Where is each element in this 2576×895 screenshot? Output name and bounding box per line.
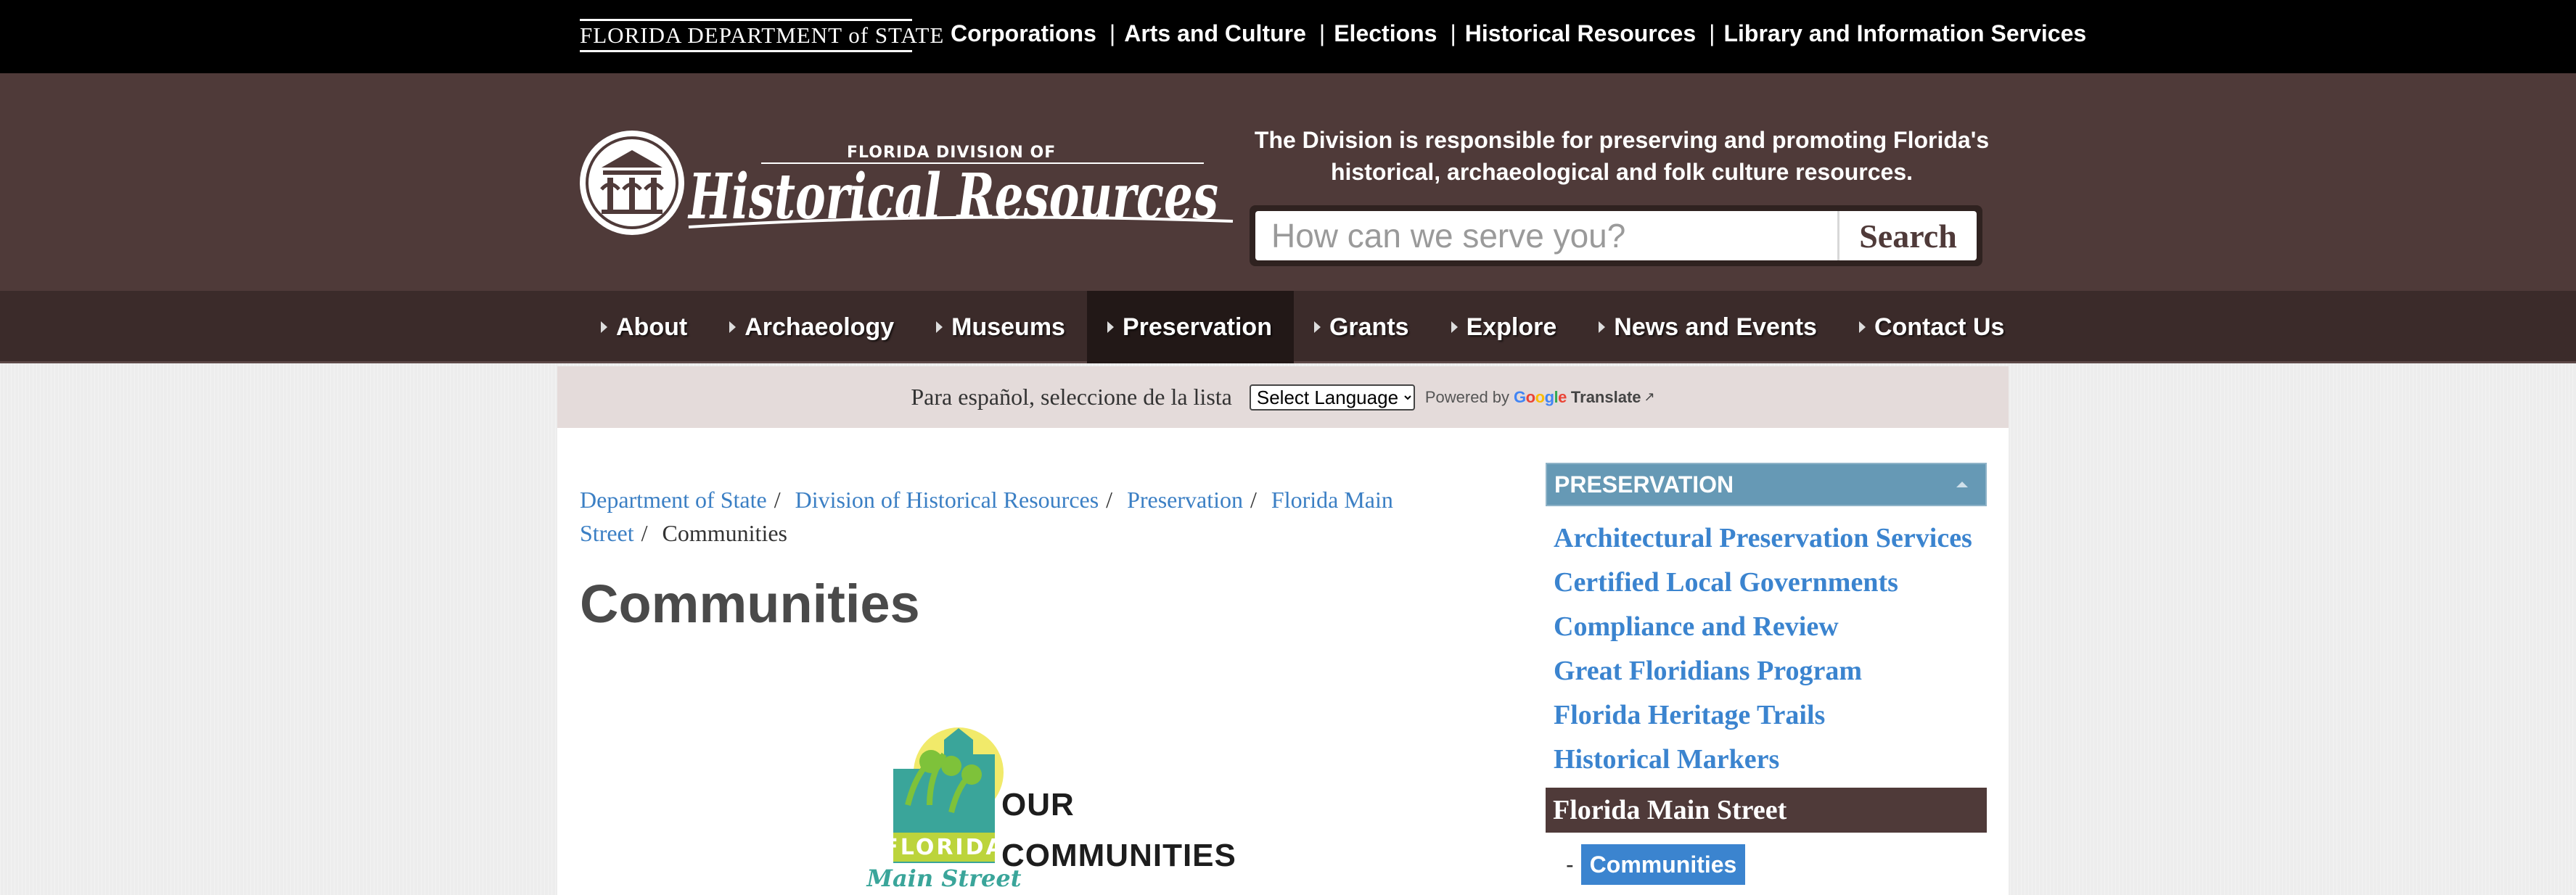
collapse-arrow-icon[interactable] — [1956, 482, 1968, 487]
topnav-arts-and-culture[interactable]: Arts and Culture — [1124, 20, 1306, 47]
powered-by-text: Powered by — [1424, 387, 1510, 406]
caret-right-icon — [1107, 321, 1114, 333]
nav-grants[interactable]: Grants — [1294, 291, 1431, 363]
main-navigation: About Archaeology Museums Preservation G… — [0, 291, 2576, 363]
page-content: Department of State / Division of Histori… — [557, 428, 2009, 895]
division-tagline: The Division is responsible for preservi… — [1254, 127, 1990, 185]
svg-text:Main Street: Main Street — [866, 865, 1022, 892]
translate-label: Para español, seleccione de la lista — [911, 384, 1232, 410]
sidebar-links: Architectural Preservation Services Cert… — [1554, 516, 1972, 782]
sidebar-heading-preservation[interactable]: PRESERVATION — [1546, 463, 1987, 506]
search-button[interactable]: Search — [1837, 211, 1977, 260]
sidebar-item-florida-main-street[interactable]: Florida Main Street — [1546, 788, 1987, 833]
nav-about[interactable]: About — [581, 291, 709, 363]
google-logo: Google — [1514, 387, 1567, 406]
page-title: Communities — [580, 574, 920, 634]
nav-museums[interactable]: Museums — [916, 291, 1087, 363]
search-input[interactable] — [1255, 211, 1837, 260]
external-link-icon: ↗ — [1644, 389, 1655, 404]
breadcrumb-department-of-state[interactable]: Department of State — [580, 487, 767, 513]
sidebar-subitem: - Communities — [1566, 844, 1746, 885]
topnav-library-and-information-services[interactable]: Library and Information Services — [1723, 20, 2086, 47]
topnav-elections[interactable]: Elections — [1334, 20, 1437, 47]
division-historical-resources-logo[interactable]: FLORIDA DIVISION OF Historical Resources — [580, 125, 1240, 245]
nav-contact-us[interactable]: Contact Us — [1839, 291, 2026, 363]
state-topbar: FLORIDA DEPARTMENT of STATE | Corporatio… — [0, 0, 2576, 73]
nav-preservation[interactable]: Preservation — [1086, 291, 1294, 363]
caret-right-icon — [1451, 321, 1458, 333]
sidebar-item-certified-local-governments[interactable]: Certified Local Governments — [1554, 561, 1972, 605]
caret-right-icon — [601, 321, 607, 333]
topnav-corporations[interactable]: Corporations — [951, 20, 1096, 47]
sidebar-item-historical-markers[interactable]: Historical Markers — [1554, 738, 1972, 782]
sidebar-subitem-communities[interactable]: Communities — [1580, 844, 1746, 885]
breadcrumb-division-of-historical-resources[interactable]: Division of Historical Resources — [795, 487, 1099, 513]
nav-news-and-events[interactable]: News and Events — [1578, 291, 1839, 363]
caret-right-icon — [1599, 321, 1606, 333]
svg-text:FLORIDA DIVISION OF: FLORIDA DIVISION OF — [847, 144, 1056, 162]
our-communities-heading: OUR COMMUNITIES — [1001, 787, 1236, 873]
site-header: FLORIDA DIVISION OF Historical Resources… — [0, 73, 2576, 291]
nav-explore[interactable]: Explore — [1431, 291, 1579, 363]
caret-right-icon — [729, 321, 737, 333]
sidebar-item-great-floridians-program[interactable]: Great Floridians Program — [1554, 649, 1972, 693]
breadcrumb-current: Communities — [662, 520, 787, 546]
nav-archaeology[interactable]: Archaeology — [709, 291, 916, 363]
google-translate-link[interactable]: Translate — [1571, 388, 1641, 407]
sidebar-item-florida-heritage-trails[interactable]: Florida Heritage Trails — [1554, 693, 1972, 738]
translate-bar: Para español, seleccione de la lista Sel… — [557, 366, 2009, 428]
sidebar-item-compliance-and-review[interactable]: Compliance and Review — [1554, 605, 1972, 649]
sidebar-item-architectural-preservation-services[interactable]: Architectural Preservation Services — [1554, 516, 1972, 561]
topnav-historical-resources[interactable]: Historical Resources — [1465, 20, 1696, 47]
caret-right-icon — [936, 321, 943, 333]
breadcrumb: Department of State / Division of Histori… — [580, 487, 1393, 546]
breadcrumb-preservation[interactable]: Preservation — [1127, 487, 1243, 513]
language-select[interactable]: Select Language — [1249, 384, 1415, 411]
florida-department-of-state-logo[interactable]: FLORIDA DEPARTMENT of STATE — [580, 19, 943, 52]
state-top-nav: | Corporations | Arts and Culture | Elec… — [951, 20, 2087, 47]
caret-right-icon — [1858, 321, 1866, 333]
site-search: Search — [1250, 205, 1982, 266]
caret-right-icon — [1313, 321, 1321, 333]
svg-text:FLORIDA: FLORIDA — [883, 835, 1004, 860]
